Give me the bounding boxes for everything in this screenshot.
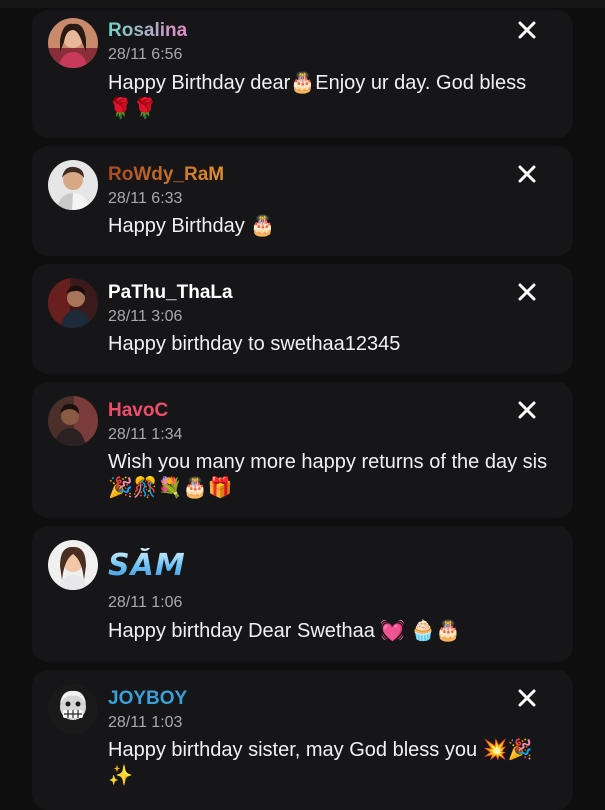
username[interactable]: HavoC [108,400,168,422]
timestamp: 28/11 1:34 [108,426,183,443]
avatar[interactable] [48,684,98,734]
comment-feed: Rosalina 28/11 6:56 Happy Birthday dear🎂… [0,0,605,810]
comment-card: Rosalina 28/11 6:56 Happy Birthday dear🎂… [32,10,573,138]
timestamp: 28/11 6:56 [108,46,183,63]
avatar[interactable] [48,540,98,590]
close-icon[interactable] [517,688,537,708]
avatar[interactable] [48,396,98,446]
comment-text: Wish you many more happy returns of the … [108,451,548,499]
username[interactable]: Rosalina [108,20,187,42]
comment-text: Happy birthday to swethaa12345 [108,333,401,355]
comment-card: JOYBOY 28/11 1:03 Happy birthday sister,… [32,670,573,810]
comment-card: RoWdy_RaM 28/11 6:33 Happy Birthday 🎂 [32,146,573,256]
username[interactable]: SĂM [108,548,186,583]
avatar[interactable] [48,18,98,68]
username[interactable]: RoWdy_RaM [108,164,224,186]
close-icon[interactable] [517,282,537,302]
username[interactable]: PaThu_ThaLa [108,282,233,304]
comment-text: Happy birthday Dear Swethaa 💓 🧁🎂 [108,620,461,642]
timestamp: 28/11 1:06 [108,594,183,611]
timestamp: 28/11 3:06 [108,308,183,325]
comment-card: HavoC 28/11 1:34 Wish you many more happ… [32,382,573,518]
close-icon[interactable] [517,164,537,184]
comment-text: Happy Birthday dear🎂Enjoy ur day. God bl… [108,72,527,120]
avatar[interactable] [48,160,98,210]
close-icon[interactable] [517,400,537,420]
username[interactable]: JOYBOY [108,688,187,710]
timestamp: 28/11 1:03 [108,714,183,731]
comment-card: PaThu_ThaLa 28/11 3:06 Happy birthday to… [32,264,573,374]
comment-text: Happy Birthday 🎂 [108,215,276,237]
close-icon[interactable] [517,20,537,40]
comment-card: SĂM 28/11 1:06 Happy birthday Dear Sweth… [32,526,573,662]
avatar[interactable] [48,278,98,328]
timestamp: 28/11 6:33 [108,190,183,207]
comment-text: Happy birthday sister, may God bless you… [108,739,533,787]
